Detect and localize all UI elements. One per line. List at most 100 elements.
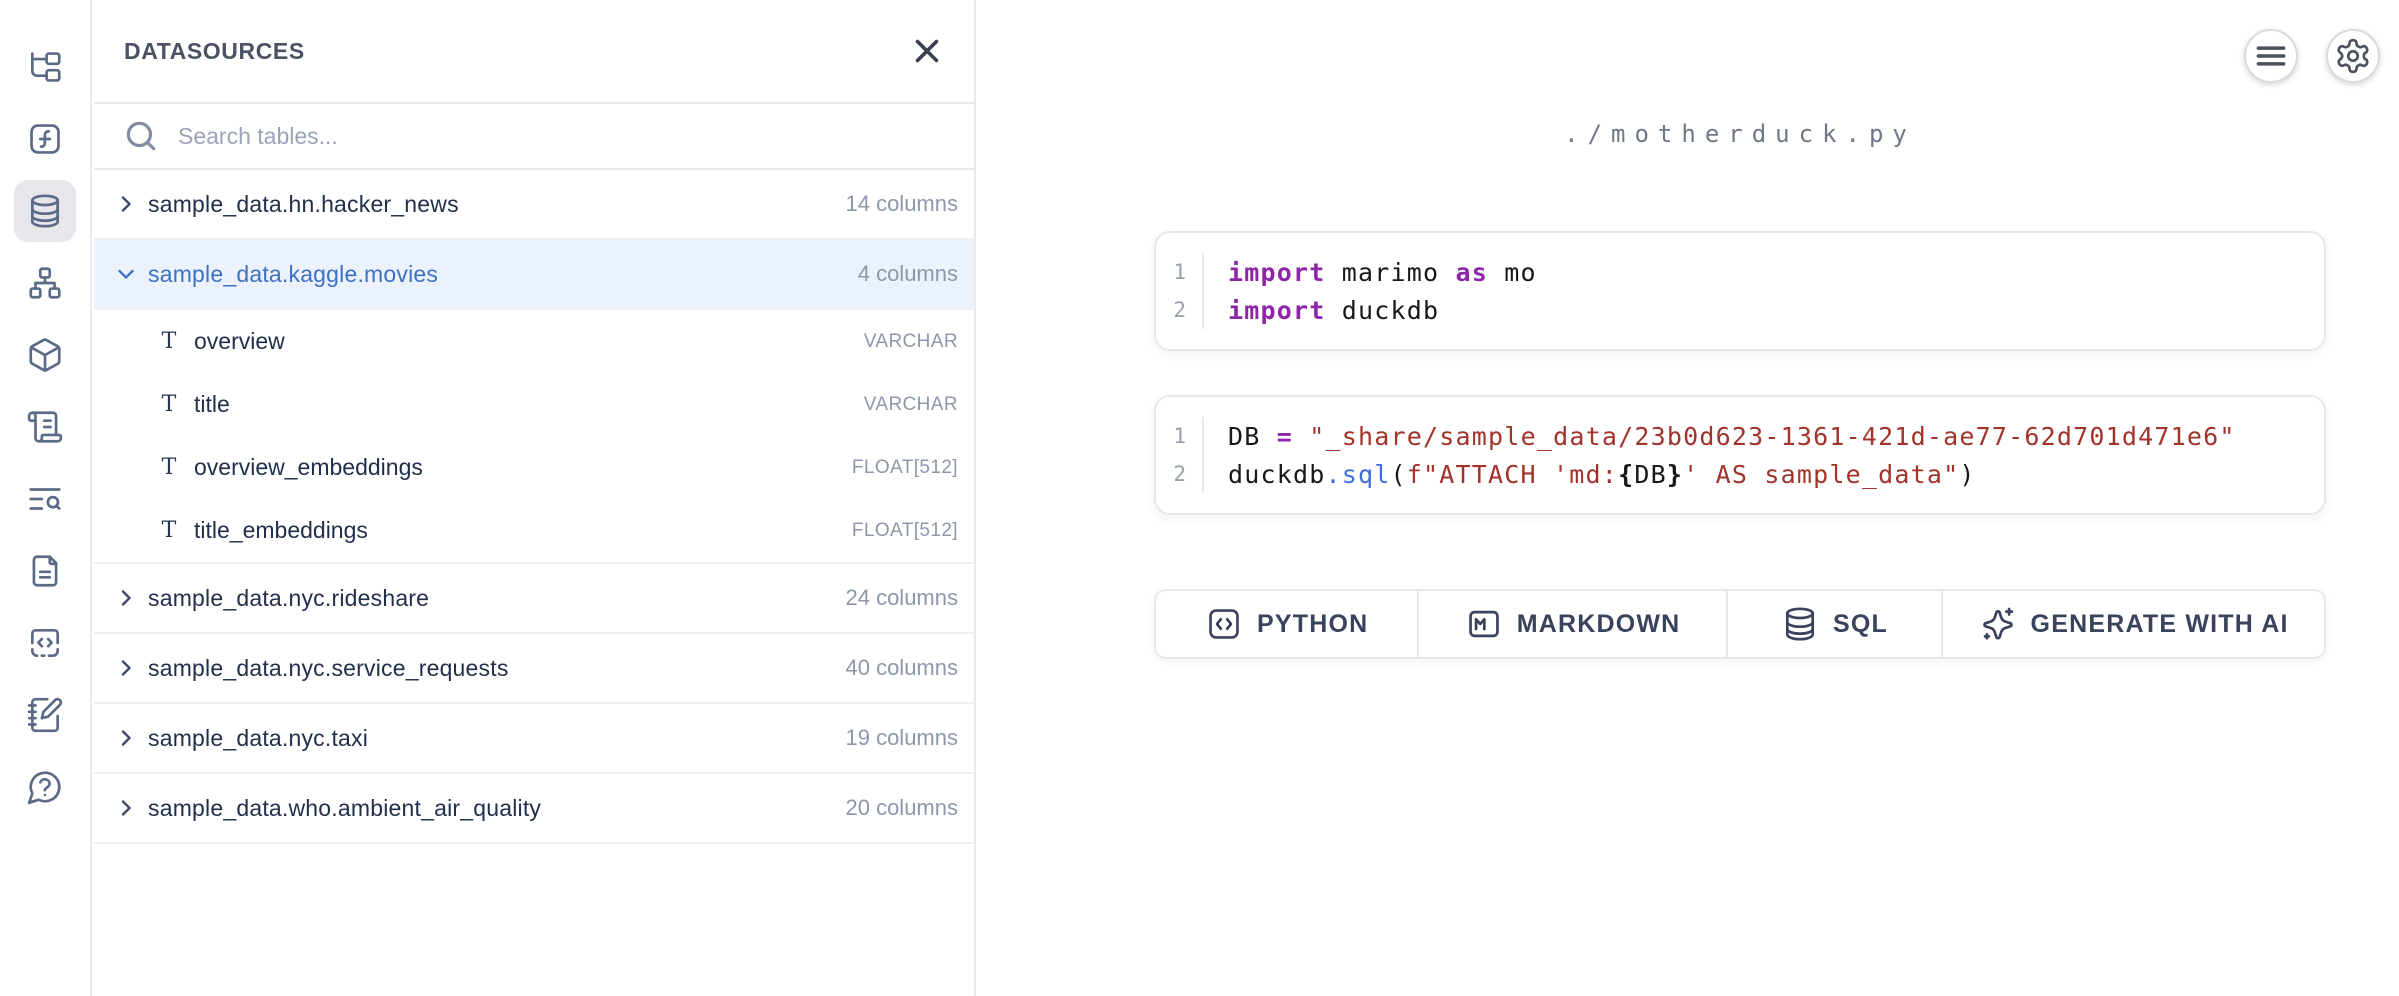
sparkles-icon: [1979, 605, 2017, 643]
code-square-dashed-icon: [26, 624, 64, 662]
sidebar-item-snippets[interactable]: [14, 612, 76, 674]
activity-rail: [0, 0, 92, 996]
table-group: sample_data.kaggle.movies 4 columns T ov…: [94, 240, 974, 564]
add-cell-button[interactable]: GENERATE WITH AI: [1941, 591, 2324, 657]
help-bubble-icon: [26, 768, 64, 806]
column-name: title_embeddings: [194, 517, 368, 544]
notebook-menu-button[interactable]: [2244, 29, 2298, 83]
column-row[interactable]: T overview_embeddings FLOAT[512]: [94, 436, 974, 499]
column-type: FLOAT[512]: [852, 520, 958, 542]
table-group: sample_data.nyc.rideshare 24 columns: [94, 564, 974, 634]
code-text: duckdb.sql(f"ATTACH 'md:{DB}' AS sample_…: [1204, 455, 1976, 493]
code-token: import: [1228, 258, 1326, 287]
text-search-icon: [26, 480, 64, 518]
network-icon: [26, 264, 64, 302]
table-name: sample_data.nyc.service_requests: [148, 655, 509, 682]
code-token: }: [1667, 460, 1683, 489]
table-group: sample_data.nyc.service_requests 40 colu…: [94, 634, 974, 704]
code-cell[interactable]: 1 DB = "_share/sample_data/23b0d623-1361…: [1154, 395, 2326, 515]
sidebar-item-variables[interactable]: [14, 108, 76, 170]
code-token: {: [1618, 460, 1634, 489]
code-token: marimo: [1326, 258, 1456, 287]
panel-header: DATASOURCES: [94, 0, 974, 104]
column-row[interactable]: T title_embeddings FLOAT[512]: [94, 499, 974, 562]
function-square-icon: [26, 120, 64, 158]
varchar-type-icon: T: [156, 392, 182, 417]
column-row[interactable]: T overview VARCHAR: [94, 310, 974, 373]
cell-lines: 1 import marimo as mo 2 import duckdb: [1156, 253, 2324, 329]
code-token: duckdb: [1228, 460, 1326, 489]
code-line: 1 DB = "_share/sample_data/23b0d623-1361…: [1156, 417, 2324, 455]
sidebar-item-documentation[interactable]: [14, 540, 76, 602]
code-text: DB = "_share/sample_data/23b0d623-1361-4…: [1204, 417, 2236, 455]
close-panel-button[interactable]: [904, 28, 950, 74]
chevron-right-icon: [114, 192, 138, 216]
column-type: VARCHAR: [864, 331, 958, 353]
datasources-panel: DATASOURCES sample_data.hn.hacker_news 1…: [94, 0, 976, 996]
package-icon: [26, 336, 64, 374]
notebook-area: ./motherduck.py 1 import marimo as mo: [978, 0, 2399, 996]
gear-icon: [2334, 37, 2372, 75]
search-tables-input[interactable]: [176, 122, 954, 151]
table-row[interactable]: sample_data.kaggle.movies 4 columns: [94, 240, 974, 310]
line-number: 2: [1156, 291, 1204, 329]
code-token: .sql: [1326, 460, 1391, 489]
table-name: sample_data.who.ambient_air_quality: [148, 795, 541, 822]
table-row[interactable]: sample_data.nyc.taxi 19 columns: [94, 704, 974, 774]
table-name: sample_data.nyc.rideshare: [148, 585, 429, 612]
code-token: DB: [1228, 422, 1277, 451]
column-row[interactable]: T title VARCHAR: [94, 373, 974, 436]
sidebar-item-search[interactable]: [14, 468, 76, 530]
code-token: DB: [1634, 460, 1667, 489]
sidebar-item-file-tree[interactable]: [14, 36, 76, 98]
add-cell-button-label: MARKDOWN: [1517, 610, 1681, 639]
code-token: as: [1456, 258, 1489, 287]
add-cell-button-label: PYTHON: [1257, 610, 1368, 639]
code-cell[interactable]: 1 import marimo as mo 2 import duckdb: [1154, 231, 2326, 351]
table-row[interactable]: sample_data.nyc.service_requests 40 colu…: [94, 634, 974, 704]
settings-button[interactable]: [2326, 29, 2380, 83]
database-icon: [1781, 605, 1819, 643]
add-cell-button[interactable]: MARKDOWN: [1417, 591, 1725, 657]
add-cell-button-label: SQL: [1833, 610, 1888, 639]
notebook-filename[interactable]: ./motherduck.py: [1154, 120, 2326, 148]
code-token: duckdb: [1326, 296, 1440, 325]
code-line: 1 import marimo as mo: [1156, 253, 2324, 291]
add-cell-button[interactable]: PYTHON: [1156, 591, 1417, 657]
menu-icon: [2252, 37, 2290, 75]
line-number: 2: [1156, 455, 1204, 493]
column-type: VARCHAR: [864, 394, 958, 416]
table-column-count: 4 columns: [858, 261, 958, 287]
chevron-down-icon: [114, 262, 138, 286]
column-name: overview: [194, 328, 285, 355]
chevron-right-icon: [114, 726, 138, 750]
sidebar-item-scratchpad[interactable]: [14, 684, 76, 746]
table-row[interactable]: sample_data.nyc.rideshare 24 columns: [94, 564, 974, 634]
file-tree-icon: [26, 48, 64, 86]
sidebar-item-datasources[interactable]: [14, 180, 76, 242]
table-name: sample_data.kaggle.movies: [148, 261, 438, 288]
cell-list: 1 import marimo as mo 2 import duckdb: [1154, 231, 2326, 515]
varchar-type-icon: T: [156, 329, 182, 354]
sidebar-item-help[interactable]: [14, 756, 76, 818]
sidebar-item-dependencies[interactable]: [14, 252, 76, 314]
sidebar-item-logs[interactable]: [14, 396, 76, 458]
table-column-count: 40 columns: [845, 655, 958, 681]
line-number: 1: [1156, 253, 1204, 291]
search-icon: [122, 117, 160, 155]
varchar-type-icon: T: [156, 455, 182, 480]
add-cell-button[interactable]: SQL: [1726, 591, 1941, 657]
column-type: FLOAT[512]: [852, 457, 958, 479]
file-text-icon: [26, 552, 64, 590]
sidebar-item-packages[interactable]: [14, 324, 76, 386]
add-cell-button-label: GENERATE WITH AI: [2031, 610, 2289, 639]
table-name: sample_data.hn.hacker_news: [148, 191, 459, 218]
panel-title: DATASOURCES: [124, 38, 305, 65]
notebook-pen-icon: [26, 696, 64, 734]
code-token: "_share/sample_data/23b0d623-1361-421d-a…: [1309, 422, 2235, 451]
table-row[interactable]: sample_data.who.ambient_air_quality 20 c…: [94, 774, 974, 844]
table-column-count: 24 columns: [845, 585, 958, 611]
line-number: 1: [1156, 417, 1204, 455]
code-token: ' AS sample_data": [1683, 460, 1959, 489]
table-row[interactable]: sample_data.hn.hacker_news 14 columns: [94, 170, 974, 240]
